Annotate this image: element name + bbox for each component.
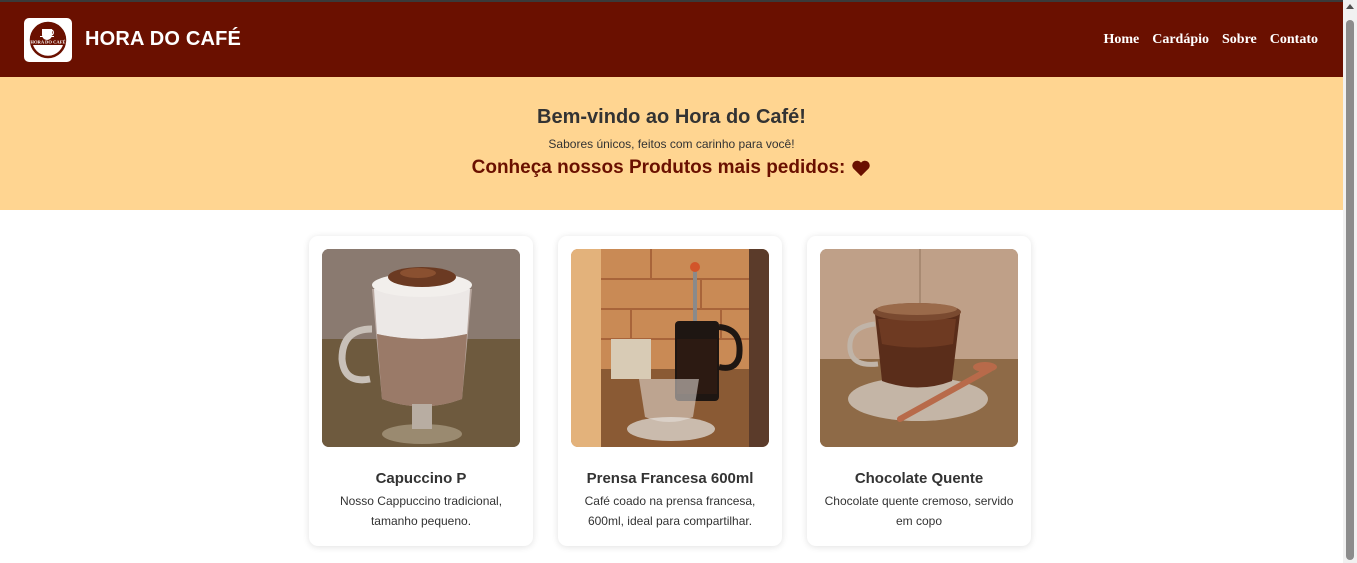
product-name: Capuccino P [375,470,467,487]
prensa-francesa-photo [571,249,769,447]
product-card[interactable]: Chocolate Quente Chocolate quente cremos… [807,236,1031,546]
heart-icon [852,160,871,177]
chocolate-quente-photo [820,249,1018,447]
hero-highlight: Conheça nossos Produtos mais pedidos: [0,157,1343,179]
product-name: Prensa Francesa 600ml [586,470,754,487]
product-description: Chocolate quente cremoso, servido em cop… [824,494,1014,528]
product-card[interactable]: Prensa Francesa 600ml Café coado na pren… [558,236,782,546]
product-grid: Capuccino P Nosso Cappuccino tradicional… [309,236,1031,546]
scroll-up-arrow-icon[interactable] [1346,4,1354,9]
hero-title: Bem-vindo ao Hora do Café! [537,106,806,128]
nav-link-contato[interactable]: Contato [1270,32,1318,48]
product-description: Nosso Cappuccino tradicional, tamanho pe… [339,494,503,528]
nav-link-home[interactable]: Home [1103,32,1139,48]
capuccino-photo [322,249,520,447]
hero-banner: Bem-vindo ao Hora do Café! Sabores único… [0,77,1343,210]
product-name: Chocolate Quente [854,470,984,487]
product-card[interactable]: Capuccino P Nosso Cappuccino tradicional… [309,236,533,546]
vertical-scrollbar[interactable] [1343,0,1357,563]
hero-highlight-text: Conheça nossos Produtos mais pedidos: [471,157,846,178]
hero-subtitle: Sabores únicos, feitos com carinho para … [548,137,795,151]
product-description: Café coado na prensa francesa, 600ml, id… [584,494,756,528]
nav-link-sobre[interactable]: Sobre [1222,32,1257,48]
coffee-logo-icon: HORA DO CAFÉ [29,21,67,58]
scrollbar-thumb[interactable] [1346,20,1354,560]
navbar: HORA DO CAFÉ HORA DO CAFÉ Home Cardápio … [0,2,1343,77]
brand-title[interactable]: HORA DO CAFÉ [85,28,241,51]
brand-logo[interactable]: HORA DO CAFÉ [24,17,72,62]
nav-link-cardapio[interactable]: Cardápio [1152,32,1209,48]
logo-text: HORA DO CAFÉ [30,39,65,44]
main-nav: Home Cardápio Sobre Contato [1103,32,1319,48]
